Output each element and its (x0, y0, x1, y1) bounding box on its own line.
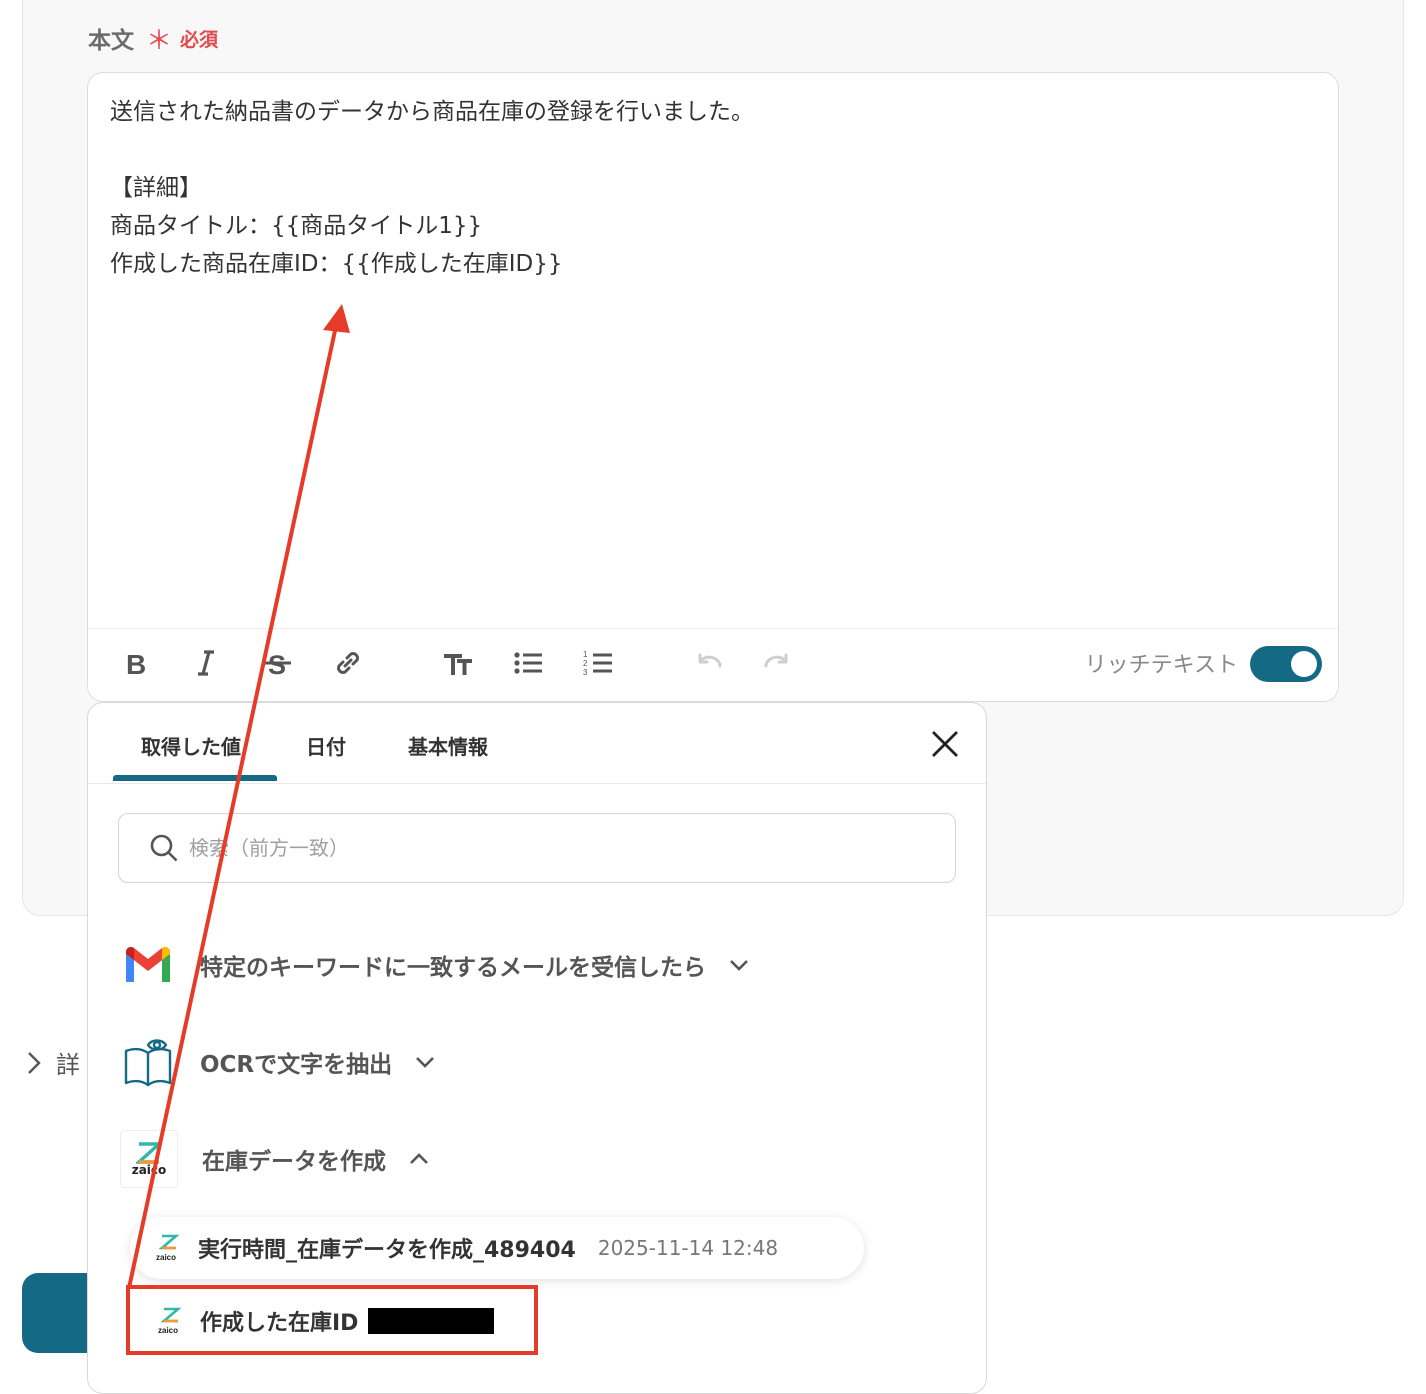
bullet-list-icon[interactable] (508, 643, 548, 683)
editor-line: 商品タイトル：{{商品タイトル1}} (110, 213, 483, 239)
svg-text:B: B (126, 649, 146, 679)
value-name: 実行時間_在庫データを作成_489404 (198, 1238, 576, 1263)
popup-tabs: 取得した値 日付 基本情報 (88, 703, 986, 784)
value-preview: 2025-11-14 12:48 (597, 1236, 779, 1260)
toggle-knob (1291, 651, 1317, 677)
gmail-icon (120, 937, 176, 993)
required-asterisk: ＊ (146, 25, 173, 56)
link-icon[interactable] (328, 643, 368, 683)
chevron-right-icon (28, 1051, 41, 1074)
field-label-text: 本文 (88, 28, 134, 54)
svg-text:zaico: zaico (156, 1253, 176, 1262)
editor-line: 【詳細】 (110, 175, 202, 201)
redo-icon[interactable] (758, 643, 798, 683)
zaico-logo-text: zaico (131, 1163, 167, 1177)
chevron-down-icon (730, 960, 748, 971)
source-zaico-create[interactable]: zaico 在庫データを作成 (120, 1129, 430, 1189)
tab-basic-info[interactable]: 基本情報 (408, 731, 488, 760)
source-label: 特定のキーワードに一致するメールを受信したら (200, 955, 706, 981)
zaico-icon: zaico (156, 1234, 180, 1262)
rich-text-label: リッチテキスト (1084, 653, 1238, 678)
body-editor[interactable]: 送信された納品書のデータから商品在庫の登録を行いました。 【詳細】 商品タイトル… (87, 72, 1339, 702)
editor-line: 送信された納品書のデータから商品在庫の登録を行いました。 (110, 99, 754, 125)
strikethrough-icon[interactable]: S (258, 643, 298, 683)
chevron-down-icon (416, 1057, 435, 1068)
svg-text:3: 3 (583, 668, 588, 677)
undo-icon[interactable] (688, 643, 728, 683)
italic-icon[interactable] (186, 643, 226, 683)
bold-icon[interactable]: B (116, 643, 156, 683)
search-input[interactable] (187, 835, 891, 861)
source-gmail-trigger[interactable]: 特定のキーワードに一致するメールを受信したら (120, 935, 750, 995)
svg-text:1: 1 (583, 650, 588, 659)
zaico-icon: zaico (120, 1130, 178, 1188)
text-size-icon[interactable] (438, 643, 478, 683)
ocr-book-icon (120, 1034, 176, 1090)
source-label: OCRで文字を抽出 (200, 1052, 393, 1078)
tab-fetched-values[interactable]: 取得した値 (141, 731, 241, 760)
details-label: 詳 (56, 1051, 80, 1079)
editor-line: 作成した商品在庫ID：{{作成した在庫ID}} (110, 251, 563, 277)
numbered-list-icon[interactable]: 123 (578, 643, 618, 683)
editor-content[interactable]: 送信された納品書のデータから商品在庫の登録を行いました。 【詳細】 商品タイトル… (110, 93, 1316, 283)
annotation-highlight-box (126, 1285, 538, 1355)
close-icon[interactable] (930, 729, 960, 759)
source-ocr-extract[interactable]: OCRで文字を抽出 (120, 1032, 436, 1092)
source-label: 在庫データを作成 (202, 1149, 386, 1175)
value-item-execution-time[interactable]: zaico 実行時間_在庫データを作成_489404 2025-11-14 12… (130, 1217, 864, 1279)
active-tab-indicator (113, 775, 277, 781)
body-field-label: 本文 ＊ 必須 (88, 20, 218, 56)
details-expander[interactable]: 詳 (26, 1045, 80, 1080)
search-icon (150, 834, 178, 862)
rich-text-toggle[interactable] (1250, 646, 1322, 682)
editor-toolbar: B S 123 リッチテキスト (88, 628, 1338, 701)
chevron-up-icon (410, 1153, 428, 1164)
tab-date[interactable]: 日付 (306, 731, 346, 760)
search-box[interactable] (118, 813, 956, 883)
svg-text:2: 2 (583, 659, 588, 668)
required-text: 必須 (180, 28, 219, 51)
